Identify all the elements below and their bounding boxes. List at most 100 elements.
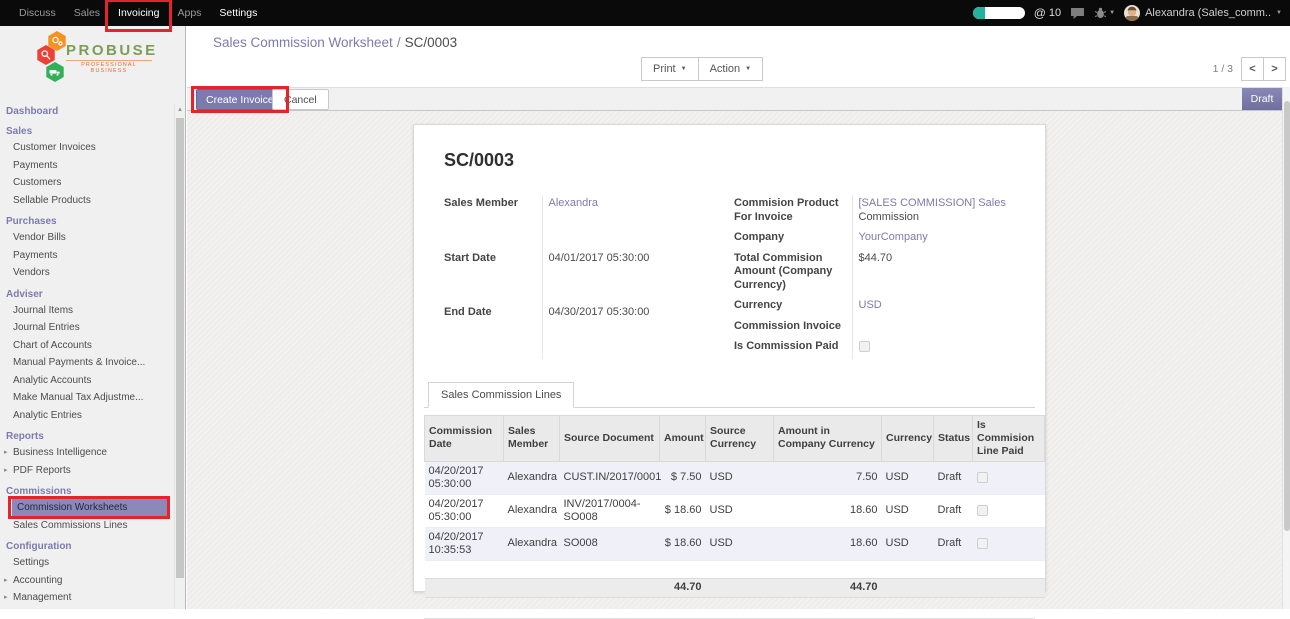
bug-icon[interactable]: ▼ — [1094, 7, 1115, 19]
main-scrollbar[interactable] — [1282, 87, 1290, 609]
sidebar-item-label: Manual Payments & Invoice... — [13, 357, 145, 368]
field-value-text: Commission — [859, 211, 920, 223]
sidebar-item-management[interactable]: ▸Management — [0, 589, 169, 607]
field-link[interactable]: YourCompany — [859, 231, 928, 243]
table-row[interactable]: 04/20/2017 10:35:53AlexandraSO008$ 18.60… — [425, 527, 1045, 560]
scroll-up-icon[interactable]: ▲ — [175, 104, 185, 117]
breadcrumb-separator: / — [393, 35, 405, 50]
sidebar-scrollbar-thumb[interactable] — [176, 118, 184, 578]
logo-title: PROBUSE — [66, 42, 158, 59]
sidebar-item-make-manual-tax-adjustme[interactable]: Make Manual Tax Adjustme... — [0, 389, 169, 407]
column-header-currency: Currency — [882, 415, 934, 461]
table-row[interactable]: 04/20/2017 05:30:00AlexandraCUST.IN/2017… — [425, 461, 1045, 494]
mention-counter[interactable]: @ 10 — [1034, 6, 1061, 20]
total-amount-company: 44.70 — [774, 578, 882, 597]
cell-commission-date: 04/20/2017 05:30:00 — [425, 461, 504, 494]
sidebar-item-business-intelligence[interactable]: ▸Business Intelligence — [0, 444, 169, 462]
field-value: YourCompany — [852, 229, 1015, 250]
sidebar-item-journal-items[interactable]: Journal Items — [0, 302, 169, 320]
print-button[interactable]: Print ▼ — [641, 57, 699, 81]
field-value: Alexandra — [542, 195, 732, 250]
form-statusbar: Create Invoice Cancel Draft — [187, 87, 1282, 111]
sidebar-item-label: Accounting — [13, 575, 62, 586]
field-link[interactable]: USD — [859, 299, 882, 311]
table-row[interactable]: 04/20/2017 05:30:00AlexandraINV/2017/000… — [425, 494, 1045, 527]
status-badge[interactable]: Draft — [1242, 88, 1282, 110]
sidebar-section-reports[interactable]: Reports — [0, 429, 185, 444]
sidebar-item-manual-payments-invoice[interactable]: Manual Payments & Invoice... — [0, 354, 169, 372]
sidebar-section-sales[interactable]: Sales — [0, 124, 185, 139]
sidebar-item-analytic-accounts[interactable]: Analytic Accounts — [0, 372, 169, 390]
cell-amount: $ 18.60 — [660, 527, 706, 560]
main-scrollbar-thumb[interactable] — [1284, 101, 1290, 531]
sidebar-item-chart-of-accounts[interactable]: Chart of Accounts — [0, 337, 169, 355]
sidebar-section-commissions[interactable]: Commissions — [0, 484, 185, 499]
sidebar-item-vendors[interactable]: Vendors — [0, 264, 169, 282]
tab-sales-commission-lines[interactable]: Sales Commission Lines — [428, 382, 574, 408]
column-header-sales-member: Sales Member — [504, 415, 560, 461]
sidebar-scrollbar[interactable]: ▲ — [174, 104, 185, 609]
sidebar-item-vendor-bills[interactable]: Vendor Bills — [0, 229, 169, 247]
sidebar-item-analytic-entries[interactable]: Analytic Entries — [0, 407, 169, 425]
record-title: SC/0003 — [444, 150, 1035, 171]
topbar-menu-apps[interactable]: Apps — [168, 0, 210, 26]
field-link[interactable]: [SALES COMMISSION] Sales — [859, 197, 1006, 209]
cell-source-currency: USD — [706, 461, 774, 494]
sidebar-item-label: Journal Entries — [13, 322, 80, 333]
sidebar-item-sellable-products[interactable]: Sellable Products — [0, 192, 169, 210]
action-button[interactable]: Action ▼ — [698, 57, 764, 81]
sidebar-item-commission-worksheets[interactable]: Commission Worksheets — [12, 499, 169, 517]
line-paid-checkbox[interactable] — [977, 538, 988, 549]
pager-previous-button[interactable]: < — [1241, 57, 1264, 81]
sidebar-item-payments[interactable]: Payments — [0, 157, 169, 175]
cell-currency: USD — [882, 494, 934, 527]
column-header-amount-in-company-currency: Amount in Company Currency — [774, 415, 882, 461]
pager: 1 / 3 < > — [1213, 57, 1286, 81]
sidebar-item-sales-commissions-lines[interactable]: Sales Commissions Lines — [0, 517, 169, 535]
field-value: [SALES COMMISSION] Sales Commission — [852, 195, 1015, 229]
topbar-menu-invoicing[interactable]: Invoicing — [109, 0, 168, 26]
field-link[interactable]: Alexandra — [549, 197, 599, 209]
field-label: Sales Member — [444, 195, 542, 250]
field-value: 04/30/2017 05:30:00 — [542, 304, 732, 359]
cancel-button[interactable]: Cancel — [272, 89, 329, 110]
sidebar-item-accounting[interactable]: ▸Accounting — [0, 572, 169, 590]
sidebar-item-label: PDF Reports — [13, 465, 71, 476]
line-paid-checkbox[interactable] — [977, 472, 988, 483]
chevron-down-icon: ▼ — [1276, 10, 1282, 16]
planner-progressbar[interactable] — [973, 7, 1025, 19]
checkbox-is-commission-paid[interactable] — [859, 341, 870, 352]
field-row-company: CompanyYourCompany — [734, 229, 1015, 250]
sidebar: PROBUSE PROFESSIONAL BUSINESS DashboardS… — [0, 26, 186, 609]
control-panel: Sales Commission Worksheet/SC/0003 Print… — [187, 26, 1290, 87]
chat-icon[interactable] — [1070, 7, 1085, 20]
cell-sales-member: Alexandra — [504, 461, 560, 494]
cell-line-paid — [973, 494, 1045, 527]
topbar-menu-settings[interactable]: Settings — [210, 0, 266, 26]
create-invoice-button[interactable]: Create Invoice — [196, 89, 284, 110]
topbar-menu-discuss[interactable]: Discuss — [10, 0, 65, 26]
sidebar-section-dashboard[interactable]: Dashboard — [0, 104, 185, 119]
topbar-menu-sales[interactable]: Sales — [65, 0, 109, 26]
cell-source-document: INV/2017/0004-SO008 — [560, 494, 660, 527]
sidebar-item-journal-entries[interactable]: Journal Entries — [0, 319, 169, 337]
sidebar-item-payments[interactable]: Payments — [0, 247, 169, 265]
user-menu[interactable]: Alexandra (Sales_comm.. ▼ — [1124, 5, 1282, 21]
sidebar-item-pdf-reports[interactable]: ▸PDF Reports — [0, 462, 169, 480]
sidebar-item-settings[interactable]: Settings — [0, 554, 169, 572]
field-row-sales-member: Sales Member Alexandra — [444, 195, 732, 250]
pager-next-button[interactable]: > — [1263, 57, 1286, 81]
sidebar-item-customers[interactable]: Customers — [0, 174, 169, 192]
sidebar-section-adviser[interactable]: Adviser — [0, 287, 185, 302]
sidebar-item-customer-invoices[interactable]: Customer Invoices — [0, 139, 169, 157]
sidebar-section-configuration[interactable]: Configuration — [0, 539, 185, 554]
expand-arrow-icon: ▸ — [4, 589, 8, 607]
breadcrumb-parent-link[interactable]: Sales Commission Worksheet — [213, 35, 393, 50]
cell-amount: $ 7.50 — [660, 461, 706, 494]
line-paid-checkbox[interactable] — [977, 505, 988, 516]
field-row-commision-product-for-invoice: Commision Product For Invoice[SALES COMM… — [734, 195, 1015, 229]
cell-amount-company: 18.60 — [774, 527, 882, 560]
table-total-row: 44.7044.70 — [425, 578, 1045, 597]
sidebar-section-purchases[interactable]: Purchases — [0, 214, 185, 229]
field-row-commission-invoice: Commission Invoice — [734, 318, 1015, 339]
